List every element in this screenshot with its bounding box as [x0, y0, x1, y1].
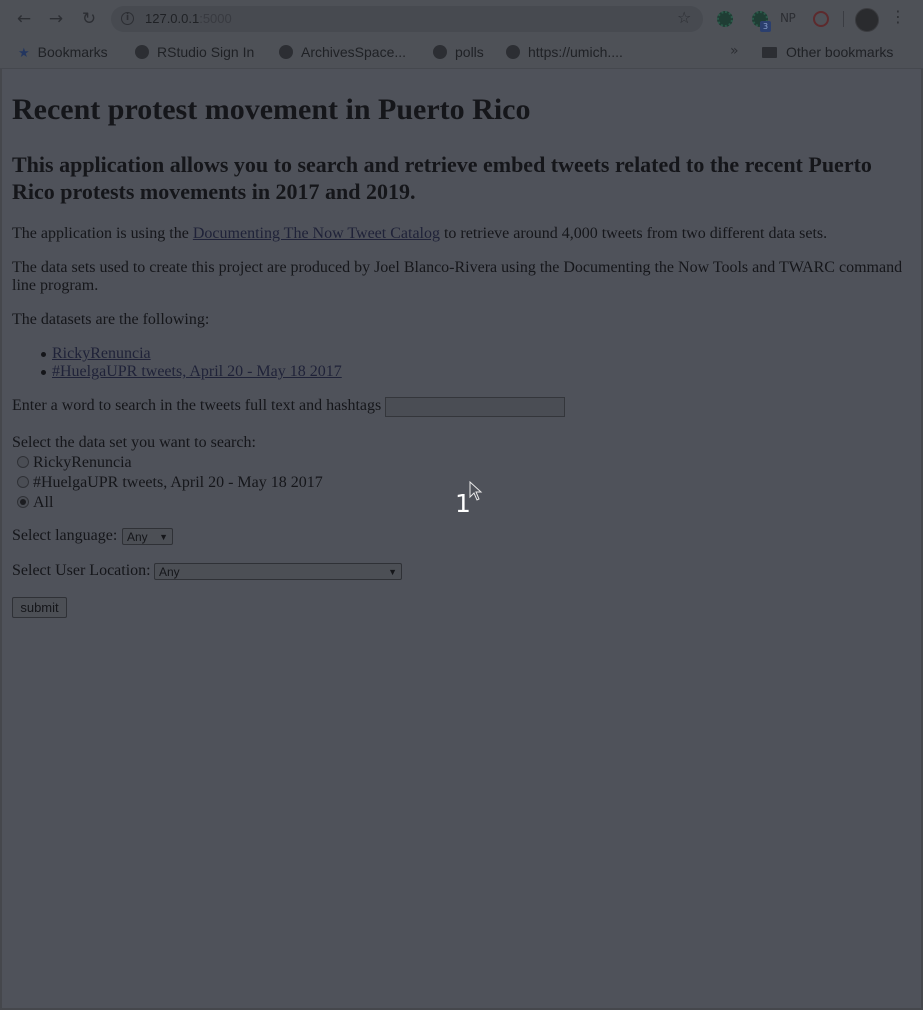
- page-subtitle: This application allows you to search an…: [12, 152, 872, 204]
- extension-icon[interactable]: [717, 11, 733, 27]
- browser-toolbar: ← → ↻ i 127.0.0.1:5000 ☆ 3 NP ⋮: [0, 0, 923, 38]
- globe-icon: [279, 45, 293, 59]
- toolbar-divider: [843, 11, 844, 27]
- extension-icon[interactable]: [813, 11, 829, 27]
- rstudio-icon: [135, 45, 149, 59]
- catalog-link[interactable]: Documenting The Now Tweet Catalog: [193, 225, 440, 242]
- language-label: Select language:: [12, 527, 118, 544]
- mouse-cursor-icon: [469, 481, 483, 501]
- radio-button[interactable]: [17, 456, 29, 468]
- forward-icon[interactable]: →: [46, 9, 66, 29]
- source-paragraph: The data sets used to create this projec…: [12, 259, 903, 294]
- bookmark-star-icon[interactable]: ☆: [677, 8, 691, 27]
- more-bookmarks-icon[interactable]: »: [730, 43, 739, 59]
- search-label: Enter a word to search in the tweets ful…: [12, 397, 382, 414]
- dataset-link-huelga[interactable]: #HuelgaUPR tweets, April 20 - May 18 201…: [52, 363, 342, 380]
- dataset-list: RickyRenuncia #HuelgaUPR tweets, April 2…: [41, 345, 342, 381]
- search-input[interactable]: [385, 397, 565, 417]
- radio-option-all[interactable]: All: [12, 493, 323, 513]
- bookmarks-bar: ★ Bookmarks RStudio Sign In ArchivesSpace…: [0, 38, 923, 69]
- location-label: Select User Location:: [12, 562, 151, 579]
- address-bar[interactable]: i 127.0.0.1:5000 ☆: [111, 6, 703, 32]
- dropdown-arrow-icon: ▼: [159, 532, 168, 542]
- globe-icon: [433, 45, 447, 59]
- extension-badge: 3: [760, 21, 771, 32]
- radio-button[interactable]: [17, 476, 29, 488]
- star-icon: ★: [18, 45, 30, 60]
- radio-option-ricky[interactable]: RickyRenuncia: [12, 453, 323, 473]
- menu-icon[interactable]: ⋮: [890, 7, 906, 26]
- language-select[interactable]: Any ▼: [122, 528, 173, 545]
- reload-icon[interactable]: ↻: [79, 9, 99, 29]
- bookmark-item[interactable]: https://umich....: [506, 44, 623, 62]
- intro-paragraph: The application is using the Documenting…: [12, 225, 828, 242]
- datasets-heading: The datasets are the following:: [12, 311, 210, 328]
- back-icon[interactable]: ←: [14, 9, 34, 29]
- list-item: RickyRenuncia: [41, 345, 342, 363]
- other-bookmarks[interactable]: Other bookmarks: [762, 44, 893, 62]
- url-text[interactable]: 127.0.0.1:5000: [145, 11, 232, 26]
- page-content: Recent protest movement in Puerto Rico T…: [0, 69, 923, 1010]
- dropdown-arrow-icon: ▼: [388, 567, 397, 577]
- bookmark-item[interactable]: polls: [433, 44, 484, 62]
- bookmark-item[interactable]: ArchivesSpace...: [279, 44, 406, 62]
- dataset-link-ricky[interactable]: RickyRenuncia: [52, 345, 151, 362]
- bookmark-item[interactable]: ★ Bookmarks: [18, 44, 108, 62]
- dataset-radio-group: Select the data set you want to search: …: [12, 433, 323, 513]
- click-marker: 1: [455, 489, 471, 518]
- dataset-select-label: Select the data set you want to search:: [12, 434, 256, 451]
- radio-option-huelga[interactable]: #HuelgaUPR tweets, April 20 - May 18 201…: [12, 473, 323, 493]
- profile-avatar[interactable]: [855, 8, 879, 32]
- submit-button[interactable]: submit: [12, 597, 67, 618]
- radio-button-selected[interactable]: [17, 496, 29, 508]
- globe-icon: [506, 45, 520, 59]
- list-item: #HuelgaUPR tweets, April 20 - May 18 201…: [41, 363, 342, 381]
- bookmark-item[interactable]: RStudio Sign In: [135, 44, 254, 62]
- np-extension-icon[interactable]: NP: [780, 11, 796, 25]
- folder-icon: [762, 47, 777, 58]
- location-select[interactable]: Any ▼: [154, 563, 402, 580]
- info-icon[interactable]: i: [121, 12, 134, 25]
- page-title: Recent protest movement in Puerto Rico: [12, 93, 531, 126]
